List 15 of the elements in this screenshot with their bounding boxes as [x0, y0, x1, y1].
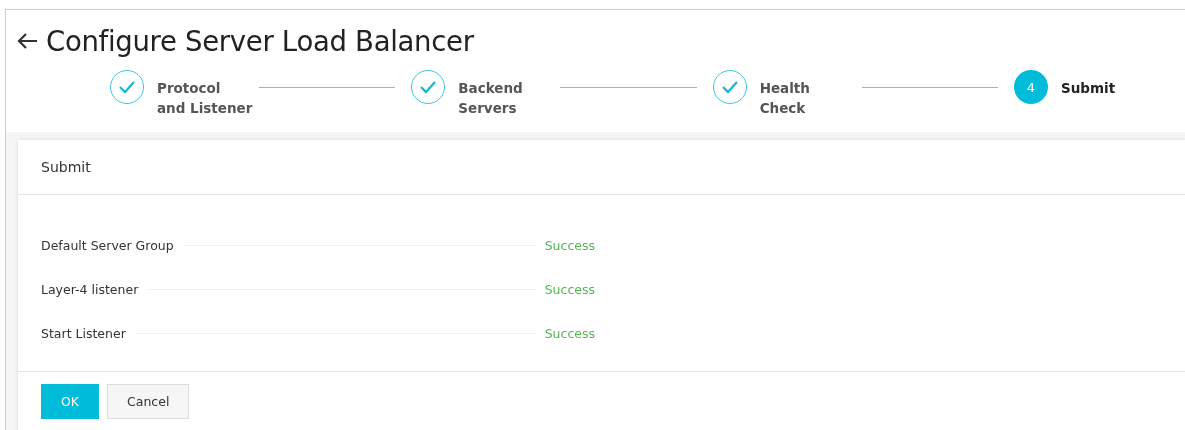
step-label: Backend Servers — [458, 79, 524, 118]
back-arrow-icon[interactable] — [16, 32, 38, 50]
task-name: Default Server Group — [41, 237, 174, 253]
card-title: Submit — [18, 140, 1185, 195]
task-name: Start Listener — [41, 325, 126, 341]
step-label: Health Check — [759, 79, 811, 118]
task-status: Success — [544, 281, 595, 297]
task-status: Success — [544, 237, 595, 253]
cancel-button[interactable]: Cancel — [107, 384, 190, 419]
step-number: 4 — [1014, 70, 1048, 104]
page-title: Configure Server Load Balancer — [46, 25, 474, 57]
task-name: Layer-4 listener — [41, 281, 139, 297]
step-label: Submit — [1061, 79, 1117, 98]
task-status: Success — [544, 325, 595, 341]
step-label: Protocol and Listener — [157, 79, 253, 118]
